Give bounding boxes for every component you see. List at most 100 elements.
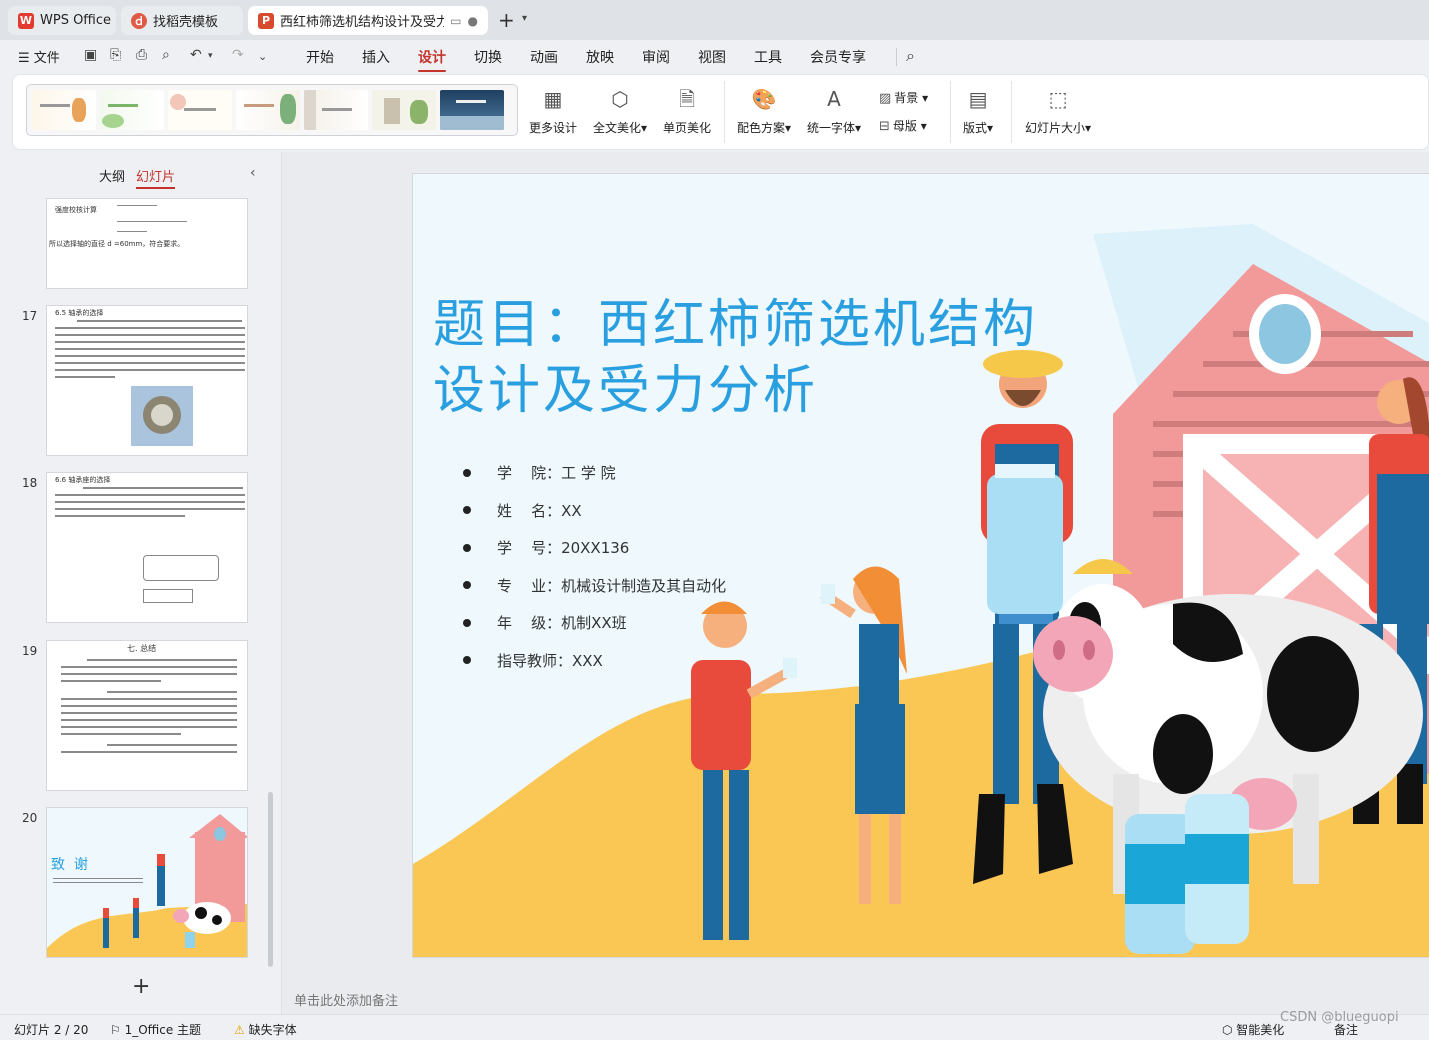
- theme-name: 1_Office 主题: [124, 1023, 202, 1037]
- unify-font-button[interactable]: A 统一字体▾: [807, 85, 861, 136]
- ribbon-divider: [724, 81, 725, 143]
- info-college: 学 院：工 学 院: [463, 454, 726, 492]
- cube-icon: ⬡: [611, 87, 629, 111]
- slide-thumbnail-18[interactable]: 6.6 轴承座的选择: [46, 472, 248, 623]
- missing-font-status[interactable]: ⚠ 缺失字体: [234, 1021, 297, 1038]
- missing-font-label: 缺失字体: [248, 1023, 297, 1037]
- grid-icon: ▦: [543, 87, 563, 111]
- window-mode-icon[interactable]: ▭: [450, 14, 461, 28]
- theme-thumbnail[interactable]: [32, 90, 96, 130]
- undo-icon[interactable]: ↶: [190, 47, 202, 63]
- file-menu-label: 文件: [33, 51, 60, 66]
- slide-thumbnail-17[interactable]: 6.5 轴承的选择: [46, 305, 248, 456]
- search-icon[interactable]: ⌕: [906, 46, 915, 66]
- menu-transition[interactable]: 切换: [474, 47, 502, 67]
- notes-placeholder[interactable]: 单击此处添加备注: [294, 990, 398, 1009]
- save-icon[interactable]: ▣: [84, 47, 97, 63]
- hamburger-icon: ☰: [18, 51, 34, 66]
- menu-tools[interactable]: 工具: [754, 47, 782, 67]
- menu-review[interactable]: 审阅: [642, 47, 670, 67]
- chevron-down-icon: ▾: [641, 121, 648, 135]
- redo-icon[interactable]: ↷: [232, 47, 244, 63]
- more-design-button[interactable]: ▦ 更多设计: [529, 85, 577, 136]
- share-icon[interactable]: ⎘: [110, 47, 121, 63]
- current-slide[interactable]: 题目：西红柿筛选机结构设计及受力分析 学 院：工 学 院 姓 名：XX 学 号：…: [412, 173, 1429, 958]
- master-label: 母版: [892, 119, 917, 133]
- chevron-down-icon: ▾: [916, 119, 927, 133]
- quick-access-more-icon[interactable]: ⌄: [258, 50, 267, 63]
- chevron-down-icon: ▾: [987, 121, 994, 135]
- background-icon: ▨: [879, 91, 892, 106]
- daoke-icon: ｄ: [131, 12, 147, 29]
- layout-icon: ▤: [968, 87, 988, 111]
- slide-number: 18: [22, 476, 38, 490]
- print-preview-icon[interactable]: ⌕: [162, 47, 170, 63]
- theme-thumbnail[interactable]: [304, 90, 368, 130]
- file-menu[interactable]: ☰ 文件: [18, 47, 60, 66]
- theme-thumbnail[interactable]: [168, 90, 232, 130]
- unsaved-dot-icon: ●: [467, 13, 478, 28]
- bearing-seat-drawing: [143, 589, 193, 603]
- theme-thumbnail[interactable]: [100, 90, 164, 130]
- slide-thumbnail-20[interactable]: 致 谢: [46, 807, 248, 958]
- menu-start[interactable]: 开始: [306, 47, 334, 67]
- info-grade: 年 级：机制XX班: [463, 604, 726, 642]
- thumb-heading: 6.5 轴承的选择: [55, 309, 104, 317]
- milk-can: [987, 474, 1063, 614]
- new-tab-button[interactable]: +: [498, 10, 515, 30]
- menu-view[interactable]: 视图: [698, 47, 726, 67]
- background-button[interactable]: ▨ 背景 ▾: [879, 89, 928, 106]
- page-magic-icon: 🗎: [678, 87, 696, 111]
- font-icon: A: [827, 87, 841, 111]
- menu-design[interactable]: 设计: [418, 47, 446, 72]
- master-button[interactable]: ⊟ 母版 ▾: [879, 117, 927, 134]
- slide-thumbnail-19[interactable]: 七. 总结: [46, 640, 248, 791]
- status-bar: 幻灯片 2 / 20 ⚐ 1_Office 主题 ⚠ 缺失字体 ⬡ 智能美化 备…: [0, 1014, 1429, 1040]
- slide-thumbnail-16[interactable]: 强度校核计算 所以选择轴的直径 d =60mm，符合要求。: [46, 198, 248, 289]
- tab-current-document[interactable]: P 西红柿筛选机结构设计及受力分 ▭ ●: [248, 6, 488, 35]
- tab-wps-office[interactable]: W WPS Office: [8, 6, 116, 35]
- palette-icon: 🎨: [751, 87, 777, 111]
- layout-label: 版式: [963, 121, 988, 135]
- slide-number: 20: [22, 811, 38, 825]
- undo-dropdown-icon[interactable]: ▾: [208, 51, 213, 61]
- color-scheme-button[interactable]: 🎨 配色方案▾: [737, 85, 791, 136]
- page-beautify-button[interactable]: 🗎 单页美化: [663, 85, 711, 136]
- theme-thumbnail[interactable]: [372, 90, 436, 130]
- tab-daoke-templates[interactable]: ｄ 找稻壳模板: [121, 6, 243, 35]
- thumb-heading: 6.6 轴承座的选择: [55, 476, 111, 484]
- theme-thumbnail[interactable]: [236, 90, 300, 130]
- print-icon[interactable]: ⎙: [136, 47, 147, 63]
- menu-member[interactable]: 会员专享: [810, 47, 866, 67]
- theme-thumbnail[interactable]: [440, 90, 504, 130]
- slide-position: 幻灯片 2 / 20: [14, 1023, 89, 1037]
- full-beautify-button[interactable]: ⬡ 全文美化▾: [593, 85, 647, 136]
- title-bar: W WPS Office ｄ 找稻壳模板 P 西红柿筛选机结构设计及受力分 ▭ …: [0, 0, 1429, 40]
- chevron-down-icon: ▾: [1085, 121, 1092, 135]
- tab-list-dropdown-icon[interactable]: ▾: [522, 13, 527, 24]
- menu-animation[interactable]: 动画: [530, 47, 558, 67]
- smart-beautify-button[interactable]: ⬡ 智能美化: [1222, 1021, 1284, 1038]
- slide-size-icon: ⬚: [1048, 87, 1068, 111]
- theme-status[interactable]: ⚐ 1_Office 主题: [110, 1021, 201, 1038]
- theme-icon: ⚐: [110, 1023, 125, 1037]
- collapse-panel-icon[interactable]: ‹: [250, 165, 256, 181]
- slide-panel: 大纲 幻灯片 ‹ 强度校核计算 所以选择轴的直径 d =60mm，符合要求。 1…: [12, 152, 280, 1014]
- warning-icon: ⚠: [234, 1023, 249, 1037]
- panel-scrollbar[interactable]: [268, 792, 273, 967]
- tab-slides[interactable]: 幻灯片: [136, 166, 176, 189]
- background-label: 背景: [894, 91, 919, 105]
- thumb-heading: 七. 总结: [127, 644, 157, 653]
- info-list[interactable]: 学 院：工 学 院 姓 名：XX 学 号：20XX136 专 业：机械设计制造及…: [463, 454, 726, 679]
- slide-size-button[interactable]: ⬚ 幻灯片大小▾: [1025, 85, 1091, 136]
- add-slide-button[interactable]: +: [132, 974, 150, 999]
- layout-button[interactable]: ▤ 版式▾: [963, 85, 993, 136]
- slide-title[interactable]: 题目：西红柿筛选机结构设计及受力分析: [433, 292, 1073, 424]
- info-major: 专 业：机械设计制造及其自动化: [463, 567, 726, 605]
- color-scheme-label: 配色方案: [737, 121, 786, 135]
- menu-insert[interactable]: 插入: [362, 47, 390, 67]
- menu-slideshow[interactable]: 放映: [586, 47, 614, 67]
- tab-outline[interactable]: 大纲: [99, 166, 125, 185]
- theme-gallery: [26, 84, 518, 136]
- watermark: CSDN @blueguopi: [1280, 1010, 1399, 1025]
